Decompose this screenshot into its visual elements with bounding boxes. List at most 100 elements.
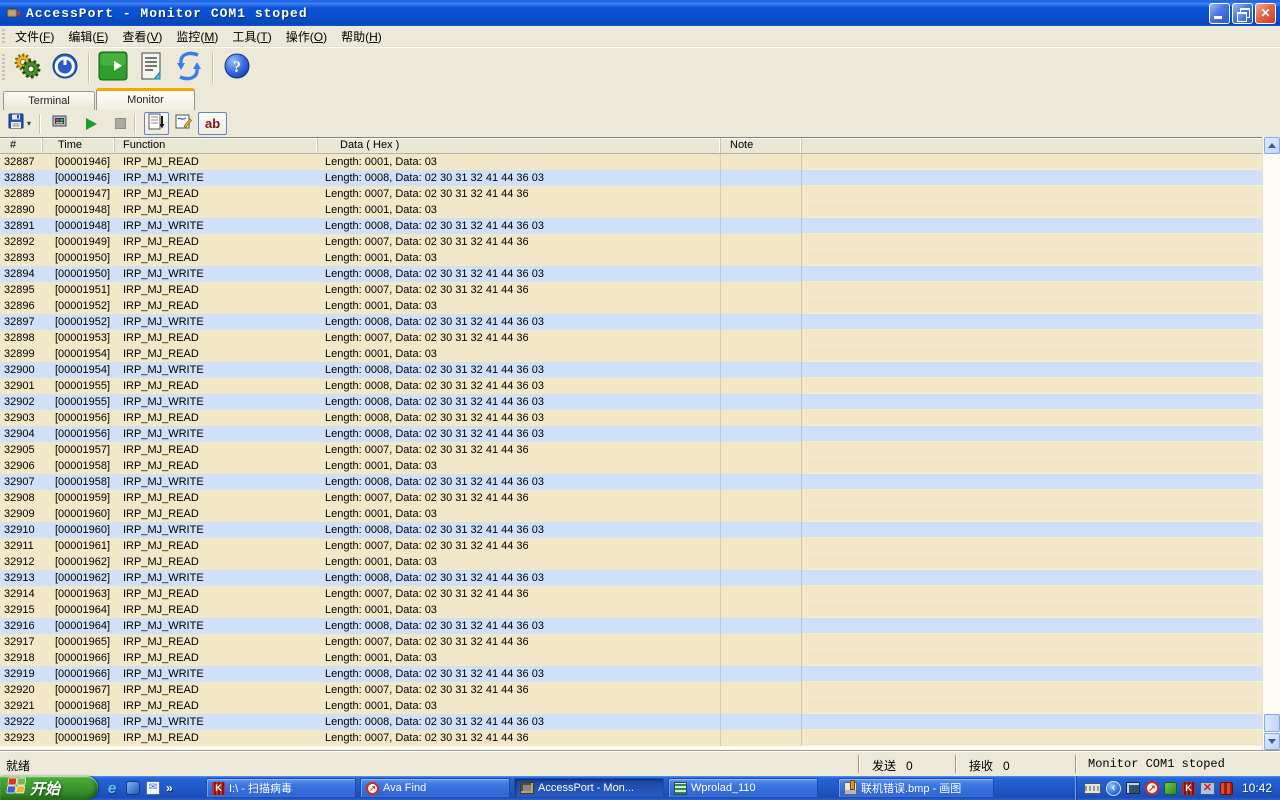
vertical-scrollbar[interactable] — [1262, 137, 1280, 750]
col-header-time[interactable]: Time — [43, 138, 115, 153]
menu-item-f[interactable]: 文件(F) — [8, 26, 61, 47]
power-meter-icon[interactable] — [1220, 782, 1233, 795]
tray-collapse-icon[interactable]: ‹ — [1106, 781, 1121, 796]
go-button[interactable] — [94, 50, 132, 86]
close-button[interactable]: ✕ — [1255, 3, 1276, 24]
table-row[interactable]: 32907[00001958]IRP_MJ_WRITELength: 0008,… — [0, 474, 1280, 490]
menu-item-o[interactable]: 操作(O) — [279, 26, 334, 47]
table-row[interactable]: 32919[00001966]IRP_MJ_WRITELength: 0008,… — [0, 666, 1280, 682]
start-monitor-button[interactable] — [83, 112, 100, 135]
table-row[interactable]: 32895[00001951]IRP_MJ_READLength: 0007, … — [0, 282, 1280, 298]
table-row[interactable]: 32889[00001947]IRP_MJ_READLength: 0007, … — [0, 186, 1280, 202]
table-row[interactable]: 32911[00001961]IRP_MJ_READLength: 0007, … — [0, 538, 1280, 554]
export-button[interactable] — [49, 112, 71, 135]
tab-terminal[interactable]: Terminal — [3, 91, 95, 110]
col-header-note[interactable]: Note — [721, 138, 802, 153]
note-edit-button[interactable] — [172, 112, 195, 135]
restore-button[interactable] — [1232, 3, 1253, 24]
autoscroll-toggle[interactable] — [144, 112, 169, 135]
messenger-icon[interactable] — [126, 781, 140, 795]
table-row[interactable]: 32922[00001968]IRP_MJ_WRITELength: 0008,… — [0, 714, 1280, 730]
taskbar-button-2[interactable]: ↗Ava Find — [360, 778, 510, 798]
outlook-express-icon[interactable]: ✉ — [146, 781, 160, 795]
title-bar[interactable]: AccessPort - Monitor COM1 stoped ✕ — [0, 0, 1280, 26]
table-row[interactable]: 32896[00001952]IRP_MJ_READLength: 0001, … — [0, 298, 1280, 314]
scrollbar-thumb[interactable] — [1264, 714, 1280, 732]
table-row[interactable]: 32898[00001953]IRP_MJ_READLength: 0007, … — [0, 330, 1280, 346]
display-tray-icon[interactable] — [1126, 782, 1140, 794]
ime-tray-icon[interactable] — [1164, 782, 1177, 795]
log-button[interactable] — [132, 50, 170, 86]
table-row[interactable]: 32888[00001946]IRP_MJ_WRITELength: 0008,… — [0, 170, 1280, 186]
network-error-icon[interactable]: ✕ — [1200, 782, 1215, 795]
cell-d: Length: 0008, Data: 02 30 31 32 41 44 36… — [318, 618, 721, 634]
save-button[interactable]: ▾ — [5, 112, 34, 135]
note-edit-icon — [175, 113, 192, 135]
menu-item-m[interactable]: 监控(M) — [169, 26, 225, 47]
scroll-up-button[interactable] — [1264, 137, 1280, 154]
table-row[interactable]: 32918[00001966]IRP_MJ_READLength: 0001, … — [0, 650, 1280, 666]
col-header-num[interactable]: # — [0, 138, 43, 153]
table-row[interactable]: 32887[00001946]IRP_MJ_READLength: 0001, … — [0, 154, 1280, 170]
table-row[interactable]: 32890[00001948]IRP_MJ_READLength: 0001, … — [0, 202, 1280, 218]
minimize-button[interactable] — [1209, 3, 1230, 24]
table-row[interactable]: 32905[00001957]IRP_MJ_READLength: 0007, … — [0, 442, 1280, 458]
table-row[interactable]: 32893[00001950]IRP_MJ_READLength: 0001, … — [0, 250, 1280, 266]
taskbar: 开始 e ✉ » KI:\ - 扫描病毒↗Ava FindAccessPort … — [0, 776, 1280, 800]
table-row[interactable]: 32891[00001948]IRP_MJ_WRITELength: 0008,… — [0, 218, 1280, 234]
table-row[interactable]: 32906[00001958]IRP_MJ_READLength: 0001, … — [0, 458, 1280, 474]
table-row[interactable]: 32902[00001955]IRP_MJ_WRITELength: 0008,… — [0, 394, 1280, 410]
table-row[interactable]: 32904[00001956]IRP_MJ_WRITELength: 0008,… — [0, 426, 1280, 442]
menu-item-e[interactable]: 编辑(E) — [61, 26, 115, 47]
table-row[interactable]: 32894[00001950]IRP_MJ_WRITELength: 0008,… — [0, 266, 1280, 282]
ab-display-toggle[interactable]: ab — [198, 112, 227, 135]
table-row[interactable]: 32901[00001955]IRP_MJ_READLength: 0008, … — [0, 378, 1280, 394]
table-row[interactable]: 32912[00001962]IRP_MJ_READLength: 0001, … — [0, 554, 1280, 570]
toolbar-grip[interactable] — [2, 54, 5, 82]
stop-monitor-button[interactable] — [112, 112, 129, 135]
taskbar-button-3[interactable]: AccessPort - Mon... — [514, 778, 664, 798]
table-row[interactable]: 32916[00001964]IRP_MJ_WRITELength: 0008,… — [0, 618, 1280, 634]
taskbar-button-1[interactable]: KI:\ - 扫描病毒 — [206, 778, 356, 798]
menu-grip[interactable] — [2, 29, 5, 43]
col-header-data[interactable]: Data ( Hex ) — [318, 138, 721, 153]
table-row[interactable]: 32897[00001952]IRP_MJ_WRITELength: 0008,… — [0, 314, 1280, 330]
taskbar-button-5[interactable]: 联机错误.bmp - 画图 — [838, 778, 994, 798]
menu-item-v[interactable]: 查看(V) — [115, 26, 169, 47]
cell-d: Length: 0008, Data: 02 30 31 32 41 44 36… — [318, 362, 721, 378]
col-header-function[interactable]: Function — [115, 138, 318, 153]
power-button[interactable] — [46, 50, 84, 86]
start-button[interactable]: 开始 — [0, 776, 98, 800]
taskbar-clock[interactable]: 10:42 — [1242, 781, 1272, 795]
kaspersky-tray-icon[interactable]: K — [1182, 782, 1195, 795]
cell-filler — [802, 410, 1280, 426]
table-row[interactable]: 32917[00001965]IRP_MJ_READLength: 0007, … — [0, 634, 1280, 650]
table-row[interactable]: 32900[00001954]IRP_MJ_WRITELength: 0008,… — [0, 362, 1280, 378]
cell-f: IRP_MJ_READ — [115, 698, 318, 714]
table-row[interactable]: 32923[00001969]IRP_MJ_READLength: 0007, … — [0, 730, 1280, 746]
table-row[interactable]: 32899[00001954]IRP_MJ_READLength: 0001, … — [0, 346, 1280, 362]
tab-monitor[interactable]: Monitor — [96, 88, 195, 110]
menu-item-t[interactable]: 工具(T) — [225, 26, 278, 47]
swap-button[interactable] — [170, 50, 208, 86]
table-row[interactable]: 32909[00001960]IRP_MJ_READLength: 0001, … — [0, 506, 1280, 522]
table-row[interactable]: 32910[00001960]IRP_MJ_WRITELength: 0008,… — [0, 522, 1280, 538]
help-button[interactable]: ? — [218, 50, 256, 86]
settings-button[interactable] — [8, 50, 46, 86]
taskbar-button-4[interactable]: Wprolad_110 — [668, 778, 818, 798]
table-row[interactable]: 32892[00001949]IRP_MJ_READLength: 0007, … — [0, 234, 1280, 250]
table-row[interactable]: 32908[00001959]IRP_MJ_READLength: 0007, … — [0, 490, 1280, 506]
table-row[interactable]: 32915[00001964]IRP_MJ_READLength: 0001, … — [0, 602, 1280, 618]
menu-item-h[interactable]: 帮助(H) — [334, 26, 389, 47]
avafind-tray-icon[interactable]: ↗ — [1145, 781, 1159, 795]
ie-icon[interactable]: e — [104, 780, 120, 796]
table-row[interactable]: 32913[00001962]IRP_MJ_WRITELength: 0008,… — [0, 570, 1280, 586]
save-dropdown-icon[interactable]: ▾ — [27, 119, 31, 128]
chevron-more-icon[interactable]: » — [166, 781, 173, 795]
keyboard-icon[interactable] — [1084, 783, 1101, 794]
scroll-down-button[interactable] — [1264, 733, 1280, 750]
table-row[interactable]: 32914[00001963]IRP_MJ_READLength: 0007, … — [0, 586, 1280, 602]
table-row[interactable]: 32920[00001967]IRP_MJ_READLength: 0007, … — [0, 682, 1280, 698]
table-row[interactable]: 32903[00001956]IRP_MJ_READLength: 0008, … — [0, 410, 1280, 426]
table-row[interactable]: 32921[00001968]IRP_MJ_READLength: 0001, … — [0, 698, 1280, 714]
